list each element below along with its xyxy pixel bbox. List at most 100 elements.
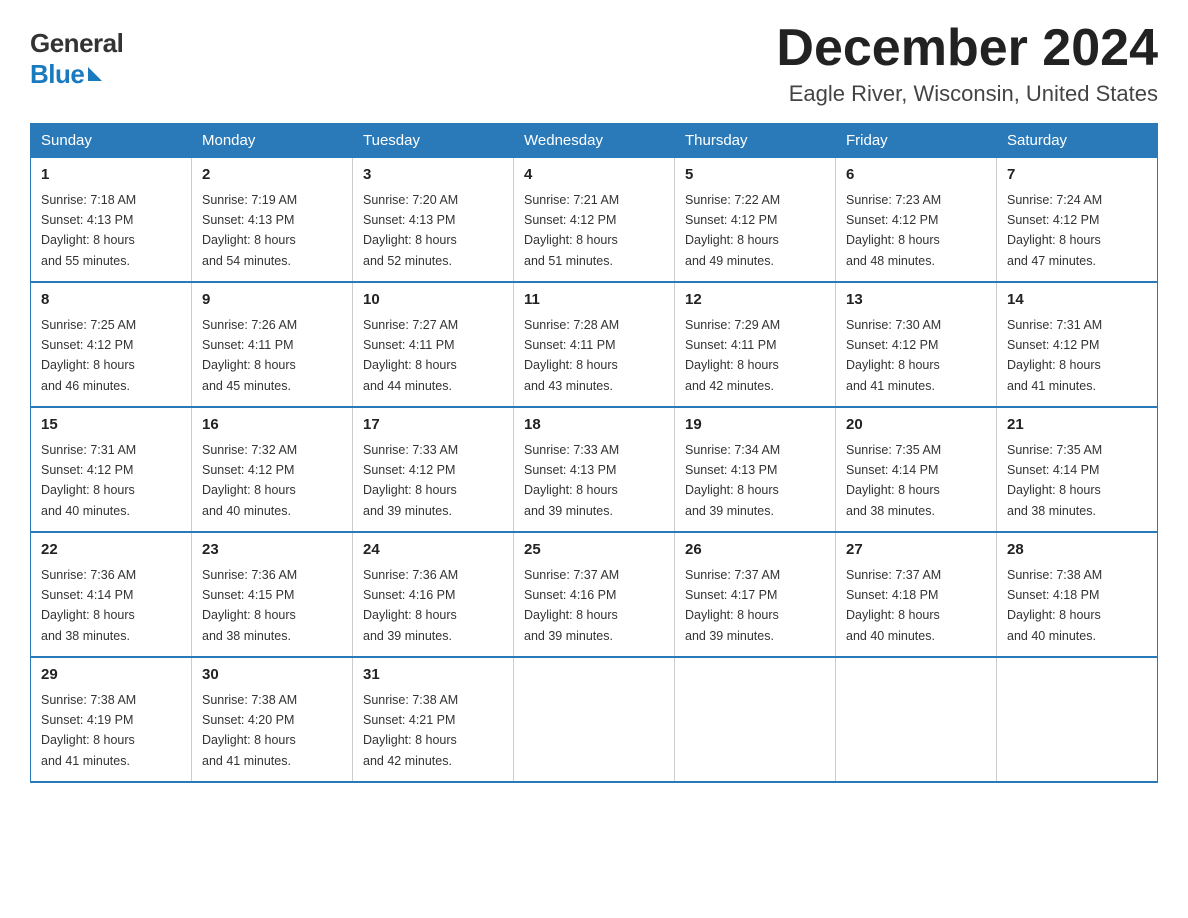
day-number: 25 xyxy=(524,539,664,562)
table-row: 8 Sunrise: 7:25 AMSunset: 4:12 PMDayligh… xyxy=(31,282,192,407)
day-number: 6 xyxy=(846,164,986,187)
table-row: 29 Sunrise: 7:38 AMSunset: 4:19 PMDaylig… xyxy=(31,657,192,782)
day-info: Sunrise: 7:32 AMSunset: 4:12 PMDaylight:… xyxy=(202,443,297,518)
day-number: 14 xyxy=(1007,289,1147,312)
day-number: 23 xyxy=(202,539,342,562)
day-info: Sunrise: 7:38 AMSunset: 4:21 PMDaylight:… xyxy=(363,693,458,768)
day-number: 31 xyxy=(363,664,503,687)
day-number: 29 xyxy=(41,664,181,687)
table-row: 6 Sunrise: 7:23 AMSunset: 4:12 PMDayligh… xyxy=(836,158,997,283)
day-number: 30 xyxy=(202,664,342,687)
table-row xyxy=(997,657,1158,782)
table-row: 14 Sunrise: 7:31 AMSunset: 4:12 PMDaylig… xyxy=(997,282,1158,407)
day-info: Sunrise: 7:23 AMSunset: 4:12 PMDaylight:… xyxy=(846,193,941,268)
day-info: Sunrise: 7:26 AMSunset: 4:11 PMDaylight:… xyxy=(202,318,297,393)
day-info: Sunrise: 7:33 AMSunset: 4:13 PMDaylight:… xyxy=(524,443,619,518)
day-info: Sunrise: 7:33 AMSunset: 4:12 PMDaylight:… xyxy=(363,443,458,518)
calendar-week-row: 1 Sunrise: 7:18 AMSunset: 4:13 PMDayligh… xyxy=(31,158,1158,283)
day-number: 27 xyxy=(846,539,986,562)
table-row: 3 Sunrise: 7:20 AMSunset: 4:13 PMDayligh… xyxy=(353,158,514,283)
day-number: 9 xyxy=(202,289,342,312)
table-row: 17 Sunrise: 7:33 AMSunset: 4:12 PMDaylig… xyxy=(353,407,514,532)
day-info: Sunrise: 7:37 AMSunset: 4:18 PMDaylight:… xyxy=(846,568,941,643)
table-row: 21 Sunrise: 7:35 AMSunset: 4:14 PMDaylig… xyxy=(997,407,1158,532)
day-info: Sunrise: 7:36 AMSunset: 4:15 PMDaylight:… xyxy=(202,568,297,643)
table-row: 28 Sunrise: 7:38 AMSunset: 4:18 PMDaylig… xyxy=(997,532,1158,657)
day-number: 11 xyxy=(524,289,664,312)
calendar-week-row: 15 Sunrise: 7:31 AMSunset: 4:12 PMDaylig… xyxy=(31,407,1158,532)
calendar-table: Sunday Monday Tuesday Wednesday Thursday… xyxy=(30,123,1158,783)
day-info: Sunrise: 7:38 AMSunset: 4:19 PMDaylight:… xyxy=(41,693,136,768)
day-info: Sunrise: 7:18 AMSunset: 4:13 PMDaylight:… xyxy=(41,193,136,268)
month-title: December 2024 xyxy=(776,20,1158,77)
day-number: 8 xyxy=(41,289,181,312)
calendar-week-row: 29 Sunrise: 7:38 AMSunset: 4:19 PMDaylig… xyxy=(31,657,1158,782)
logo-general-text: General xyxy=(30,28,123,59)
header-monday: Monday xyxy=(192,124,353,158)
day-number: 24 xyxy=(363,539,503,562)
table-row: 24 Sunrise: 7:36 AMSunset: 4:16 PMDaylig… xyxy=(353,532,514,657)
table-row: 11 Sunrise: 7:28 AMSunset: 4:11 PMDaylig… xyxy=(514,282,675,407)
day-info: Sunrise: 7:35 AMSunset: 4:14 PMDaylight:… xyxy=(846,443,941,518)
day-number: 10 xyxy=(363,289,503,312)
table-row: 26 Sunrise: 7:37 AMSunset: 4:17 PMDaylig… xyxy=(675,532,836,657)
header-friday: Friday xyxy=(836,124,997,158)
header-wednesday: Wednesday xyxy=(514,124,675,158)
header-saturday: Saturday xyxy=(997,124,1158,158)
day-number: 12 xyxy=(685,289,825,312)
day-info: Sunrise: 7:19 AMSunset: 4:13 PMDaylight:… xyxy=(202,193,297,268)
day-info: Sunrise: 7:38 AMSunset: 4:18 PMDaylight:… xyxy=(1007,568,1102,643)
table-row: 27 Sunrise: 7:37 AMSunset: 4:18 PMDaylig… xyxy=(836,532,997,657)
logo: General Blue xyxy=(30,20,123,90)
day-number: 5 xyxy=(685,164,825,187)
location-text: Eagle River, Wisconsin, United States xyxy=(776,81,1158,107)
day-info: Sunrise: 7:20 AMSunset: 4:13 PMDaylight:… xyxy=(363,193,458,268)
day-info: Sunrise: 7:31 AMSunset: 4:12 PMDaylight:… xyxy=(41,443,136,518)
day-info: Sunrise: 7:31 AMSunset: 4:12 PMDaylight:… xyxy=(1007,318,1102,393)
day-number: 16 xyxy=(202,414,342,437)
table-row: 31 Sunrise: 7:38 AMSunset: 4:21 PMDaylig… xyxy=(353,657,514,782)
table-row: 15 Sunrise: 7:31 AMSunset: 4:12 PMDaylig… xyxy=(31,407,192,532)
day-number: 26 xyxy=(685,539,825,562)
day-number: 17 xyxy=(363,414,503,437)
table-row xyxy=(514,657,675,782)
table-row: 25 Sunrise: 7:37 AMSunset: 4:16 PMDaylig… xyxy=(514,532,675,657)
day-number: 1 xyxy=(41,164,181,187)
day-info: Sunrise: 7:24 AMSunset: 4:12 PMDaylight:… xyxy=(1007,193,1102,268)
calendar-week-row: 8 Sunrise: 7:25 AMSunset: 4:12 PMDayligh… xyxy=(31,282,1158,407)
header-tuesday: Tuesday xyxy=(353,124,514,158)
day-info: Sunrise: 7:38 AMSunset: 4:20 PMDaylight:… xyxy=(202,693,297,768)
day-number: 28 xyxy=(1007,539,1147,562)
day-info: Sunrise: 7:21 AMSunset: 4:12 PMDaylight:… xyxy=(524,193,619,268)
day-number: 2 xyxy=(202,164,342,187)
day-number: 13 xyxy=(846,289,986,312)
calendar-week-row: 22 Sunrise: 7:36 AMSunset: 4:14 PMDaylig… xyxy=(31,532,1158,657)
day-number: 21 xyxy=(1007,414,1147,437)
day-info: Sunrise: 7:29 AMSunset: 4:11 PMDaylight:… xyxy=(685,318,780,393)
header-sunday: Sunday xyxy=(31,124,192,158)
day-info: Sunrise: 7:22 AMSunset: 4:12 PMDaylight:… xyxy=(685,193,780,268)
calendar-header-row: Sunday Monday Tuesday Wednesday Thursday… xyxy=(31,124,1158,158)
page-header: General Blue December 2024 Eagle River, … xyxy=(30,20,1158,107)
table-row: 5 Sunrise: 7:22 AMSunset: 4:12 PMDayligh… xyxy=(675,158,836,283)
table-row: 1 Sunrise: 7:18 AMSunset: 4:13 PMDayligh… xyxy=(31,158,192,283)
day-number: 19 xyxy=(685,414,825,437)
table-row: 20 Sunrise: 7:35 AMSunset: 4:14 PMDaylig… xyxy=(836,407,997,532)
table-row: 16 Sunrise: 7:32 AMSunset: 4:12 PMDaylig… xyxy=(192,407,353,532)
day-info: Sunrise: 7:36 AMSunset: 4:16 PMDaylight:… xyxy=(363,568,458,643)
day-info: Sunrise: 7:28 AMSunset: 4:11 PMDaylight:… xyxy=(524,318,619,393)
table-row: 22 Sunrise: 7:36 AMSunset: 4:14 PMDaylig… xyxy=(31,532,192,657)
day-number: 22 xyxy=(41,539,181,562)
table-row: 23 Sunrise: 7:36 AMSunset: 4:15 PMDaylig… xyxy=(192,532,353,657)
table-row: 18 Sunrise: 7:33 AMSunset: 4:13 PMDaylig… xyxy=(514,407,675,532)
day-info: Sunrise: 7:36 AMSunset: 4:14 PMDaylight:… xyxy=(41,568,136,643)
table-row: 9 Sunrise: 7:26 AMSunset: 4:11 PMDayligh… xyxy=(192,282,353,407)
table-row: 13 Sunrise: 7:30 AMSunset: 4:12 PMDaylig… xyxy=(836,282,997,407)
logo-blue-text: Blue xyxy=(30,59,84,90)
day-info: Sunrise: 7:30 AMSunset: 4:12 PMDaylight:… xyxy=(846,318,941,393)
day-number: 7 xyxy=(1007,164,1147,187)
day-info: Sunrise: 7:37 AMSunset: 4:16 PMDaylight:… xyxy=(524,568,619,643)
day-info: Sunrise: 7:34 AMSunset: 4:13 PMDaylight:… xyxy=(685,443,780,518)
day-number: 20 xyxy=(846,414,986,437)
table-row xyxy=(836,657,997,782)
